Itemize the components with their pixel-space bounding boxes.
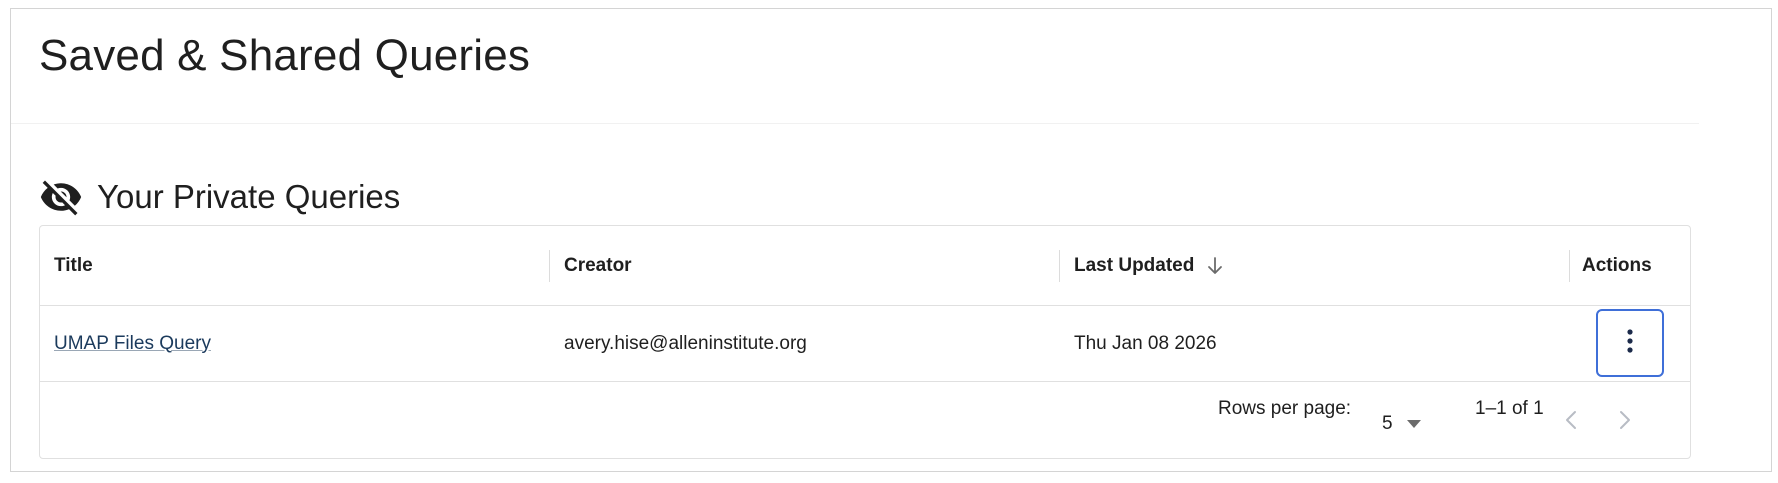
queries-table: Title Creator Last Updated Actions UMAP … (39, 225, 1691, 459)
section-title: Your Private Queries (97, 178, 401, 215)
chevron-right-icon (1619, 410, 1631, 435)
next-page-button[interactable] (1607, 404, 1643, 440)
table-header: Title Creator Last Updated Actions (40, 226, 1690, 306)
page-title: Saved & Shared Queries (39, 31, 531, 80)
chevron-left-icon (1565, 410, 1577, 435)
column-header-actions: Actions (1582, 254, 1652, 276)
section-header: Your Private Queries (39, 171, 400, 223)
column-header-last-updated[interactable]: Last Updated (1074, 226, 1224, 305)
column-separator[interactable] (549, 250, 550, 282)
arrow-down-icon[interactable] (1206, 256, 1224, 276)
column-separator[interactable] (1569, 250, 1570, 282)
row-actions-button[interactable] (1596, 309, 1664, 377)
cell-title: UMAP Files Query (54, 306, 211, 381)
title-divider (11, 123, 1699, 124)
rows-per-page-select[interactable]: 5 (1382, 408, 1421, 440)
rows-per-page-label: Rows per page: (1218, 398, 1352, 419)
cell-creator: avery.hise@alleninstitute.org (564, 332, 807, 354)
caret-down-icon (1406, 420, 1421, 428)
column-separator[interactable] (1059, 250, 1060, 282)
column-header-last-updated-label: Last Updated (1074, 254, 1195, 276)
saved-queries-panel: Saved & Shared Queries Your Private Quer… (10, 8, 1772, 472)
more-vertical-icon (1625, 328, 1635, 359)
eye-off-icon (39, 175, 83, 219)
cell-last-updated: Thu Jan 08 2026 (1074, 332, 1217, 354)
table-row: UMAP Files Query avery.hise@alleninstitu… (40, 306, 1690, 382)
query-title-link[interactable]: UMAP Files Query (54, 333, 211, 355)
rows-per-page-value: 5 (1382, 413, 1393, 434)
previous-page-button[interactable] (1553, 404, 1589, 440)
pagination-range: 1–1 of 1 (1475, 398, 1544, 419)
column-header-creator[interactable]: Creator (564, 226, 632, 305)
column-header-title[interactable]: Title (54, 226, 93, 305)
table-pagination: Rows per page: 5 1–1 of 1 (40, 382, 1690, 458)
